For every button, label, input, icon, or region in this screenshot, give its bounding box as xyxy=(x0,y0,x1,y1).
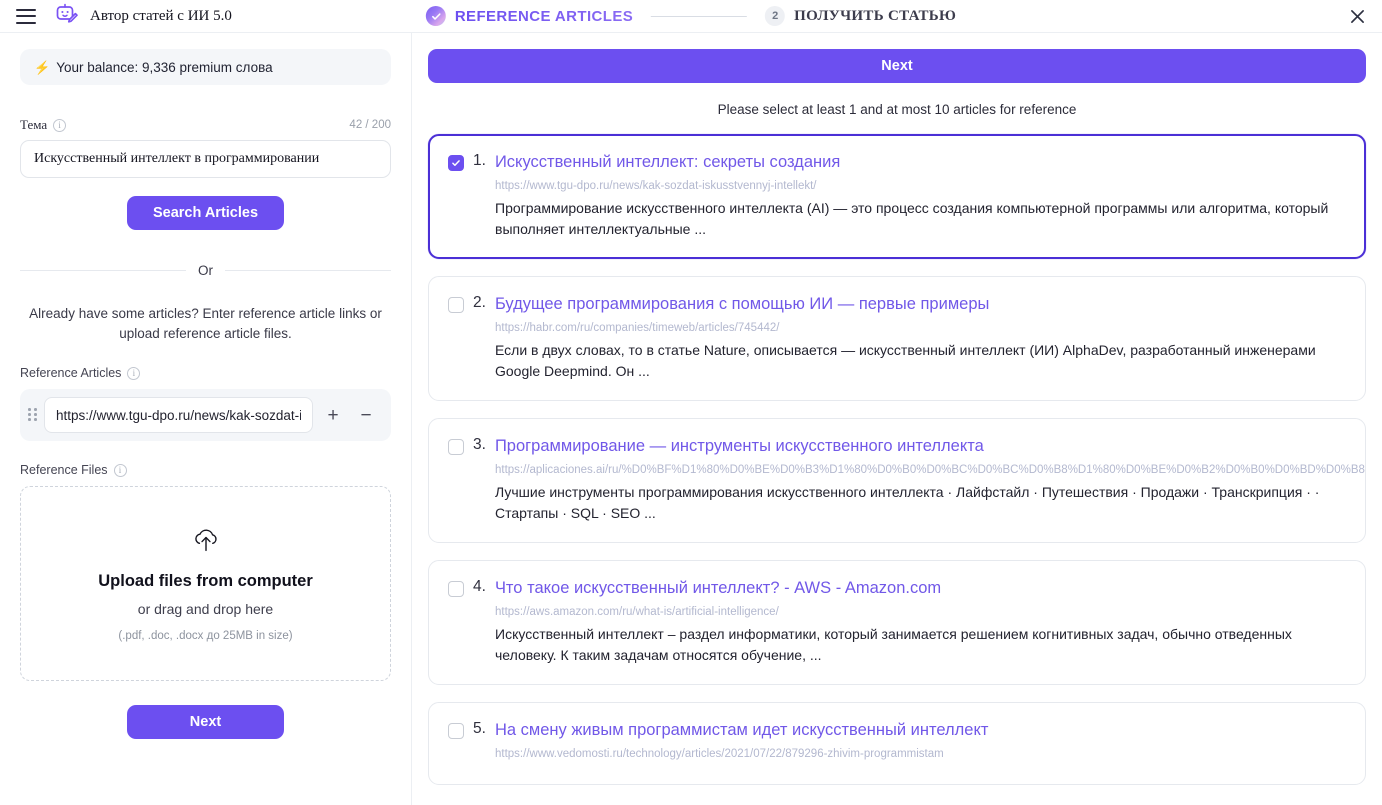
article-result-card[interactable]: 4. Что такое искусственный интеллект? - … xyxy=(428,560,1366,685)
article-title-link[interactable]: Искусственный интеллект: секреты создани… xyxy=(495,152,840,173)
article-checkbox[interactable] xyxy=(448,297,464,313)
article-snippet: Искусственный интеллект – раздел информа… xyxy=(495,626,1292,663)
article-snippet: Если в двух словах, то в статье Nature, … xyxy=(495,342,1316,379)
step-indicator: REFERENCE ARTICLES 2 ПОЛУЧИТЬ СТАТЬЮ xyxy=(425,6,956,26)
lightning-bolt-icon: ⚡ xyxy=(34,59,51,75)
file-dropzone[interactable]: Upload files from computer or drag and d… xyxy=(20,486,391,681)
info-icon[interactable]: i xyxy=(127,366,141,380)
article-number: 4. xyxy=(473,578,486,595)
article-url: https://aws.amazon.com/ru/what-is/artifi… xyxy=(495,606,779,618)
dropzone-subtitle: or drag and drop here xyxy=(137,600,274,617)
step-label-1: REFERENCE ARTICLES xyxy=(454,7,634,25)
article-number: 2. xyxy=(473,294,486,311)
app-title: Автор статей с ИИ 5.0 xyxy=(90,7,232,24)
selection-hint: Please select at least 1 and at most 10 … xyxy=(717,102,1077,117)
article-result-card[interactable]: 3. Программирование — инструменты искусс… xyxy=(428,418,1366,543)
remove-reference-button[interactable]: − xyxy=(353,402,379,428)
article-snippet: Программирование искусственного интеллек… xyxy=(495,200,1329,237)
sidebar-panel: ⚡ Your balance: 9,336 premium слова Тема… xyxy=(0,33,412,805)
article-number: 3. xyxy=(473,436,486,453)
add-reference-button[interactable]: + xyxy=(320,402,346,428)
step-get-article[interactable]: 2 ПОЛУЧИТЬ СТАТЬЮ xyxy=(765,6,956,26)
article-checkbox[interactable] xyxy=(448,155,464,171)
dropzone-title: Upload files from computer xyxy=(98,571,313,590)
article-header: 5. На смену живым программистам идет иск… xyxy=(448,720,1345,741)
article-results-list: 1. Искусственный интеллект: секреты созд… xyxy=(428,134,1366,785)
reference-url-input[interactable] xyxy=(44,397,313,433)
robot-pencil-logo-icon xyxy=(54,1,80,32)
step-connector xyxy=(651,15,748,17)
reference-articles-label: Reference Articles i xyxy=(20,366,391,380)
main-panel: Next Please select at least 1 and at mos… xyxy=(412,33,1382,805)
reference-files-label: Reference Files i xyxy=(20,463,391,477)
topic-field-header: Тема i 42 / 200 xyxy=(20,117,391,133)
article-header: 2. Будущее программирования с помощью ИИ… xyxy=(448,294,1345,315)
balance-text: Your balance: 9,336 premium слова xyxy=(56,59,273,75)
reference-article-row: + − xyxy=(20,389,391,441)
article-result-card[interactable]: 1. Искусственный интеллект: секреты созд… xyxy=(428,134,1366,259)
or-divider: Or xyxy=(20,263,391,278)
article-result-card[interactable]: 5. На смену живым программистам идет иск… xyxy=(428,702,1366,785)
topic-label: Тема i xyxy=(20,117,67,133)
close-icon[interactable] xyxy=(1346,5,1368,27)
dropzone-note: (.pdf, .doc, .docx до 25MB in size) xyxy=(118,629,293,642)
app-logo: Автор статей с ИИ 5.0 xyxy=(54,1,232,32)
article-result-card[interactable]: 2. Будущее программирования с помощью ИИ… xyxy=(428,276,1366,401)
step-reference-articles[interactable]: REFERENCE ARTICLES xyxy=(425,6,634,26)
hamburger-icon[interactable] xyxy=(16,8,36,24)
article-header: 3. Программирование — инструменты искусс… xyxy=(448,436,1345,457)
article-url: https://www.vedomosti.ru/technology/arti… xyxy=(495,748,944,760)
article-checkbox[interactable] xyxy=(448,439,464,455)
article-url: https://www.tgu-dpo.ru/news/kak-sozdat-i… xyxy=(495,180,817,192)
next-button[interactable]: Next xyxy=(428,49,1366,83)
check-circle-icon xyxy=(425,6,446,26)
article-url: https://habr.com/ru/companies/timeweb/ar… xyxy=(495,322,780,334)
article-header: 4. Что такое искусственный интеллект? - … xyxy=(448,578,1345,599)
article-url: https://aplicaciones.ai/ru/%D0%BF%D1%80%… xyxy=(495,464,1366,476)
article-number: 5. xyxy=(473,720,486,737)
article-header: 1. Искусственный интеллект: секреты созд… xyxy=(448,152,1345,173)
info-icon[interactable]: i xyxy=(113,463,127,477)
info-icon[interactable]: i xyxy=(53,118,67,132)
sidebar-next-button[interactable]: Next xyxy=(127,705,284,739)
article-title-link[interactable]: Что такое искусственный интеллект? - AWS… xyxy=(495,578,941,599)
article-checkbox[interactable] xyxy=(448,723,464,739)
article-title-link[interactable]: На смену живым программистам идет искусс… xyxy=(495,720,988,741)
article-snippet: Лучшие инструменты программирования иску… xyxy=(495,484,1320,521)
drag-handle-icon[interactable] xyxy=(28,408,38,422)
topic-input[interactable] xyxy=(20,140,391,178)
topic-char-counter: 42 / 200 xyxy=(349,119,391,131)
article-title-link[interactable]: Программирование — инструменты искусстве… xyxy=(495,436,984,457)
article-number: 1. xyxy=(473,152,486,169)
balance-badge: ⚡ Your balance: 9,336 premium слова xyxy=(20,49,391,85)
step-label-2: ПОЛУЧИТЬ СТАТЬЮ xyxy=(794,7,957,24)
search-articles-button[interactable]: Search Articles xyxy=(127,196,284,230)
article-title-link[interactable]: Будущее программирования с помощью ИИ — … xyxy=(495,294,989,315)
step-number-badge: 2 xyxy=(765,6,786,26)
upload-hint-text: Already have some articles? Enter refere… xyxy=(29,306,382,341)
cloud-upload-icon xyxy=(189,526,223,561)
article-checkbox[interactable] xyxy=(448,581,464,597)
app-header: Автор статей с ИИ 5.0 REFERENCE ARTICLES… xyxy=(0,0,1382,33)
